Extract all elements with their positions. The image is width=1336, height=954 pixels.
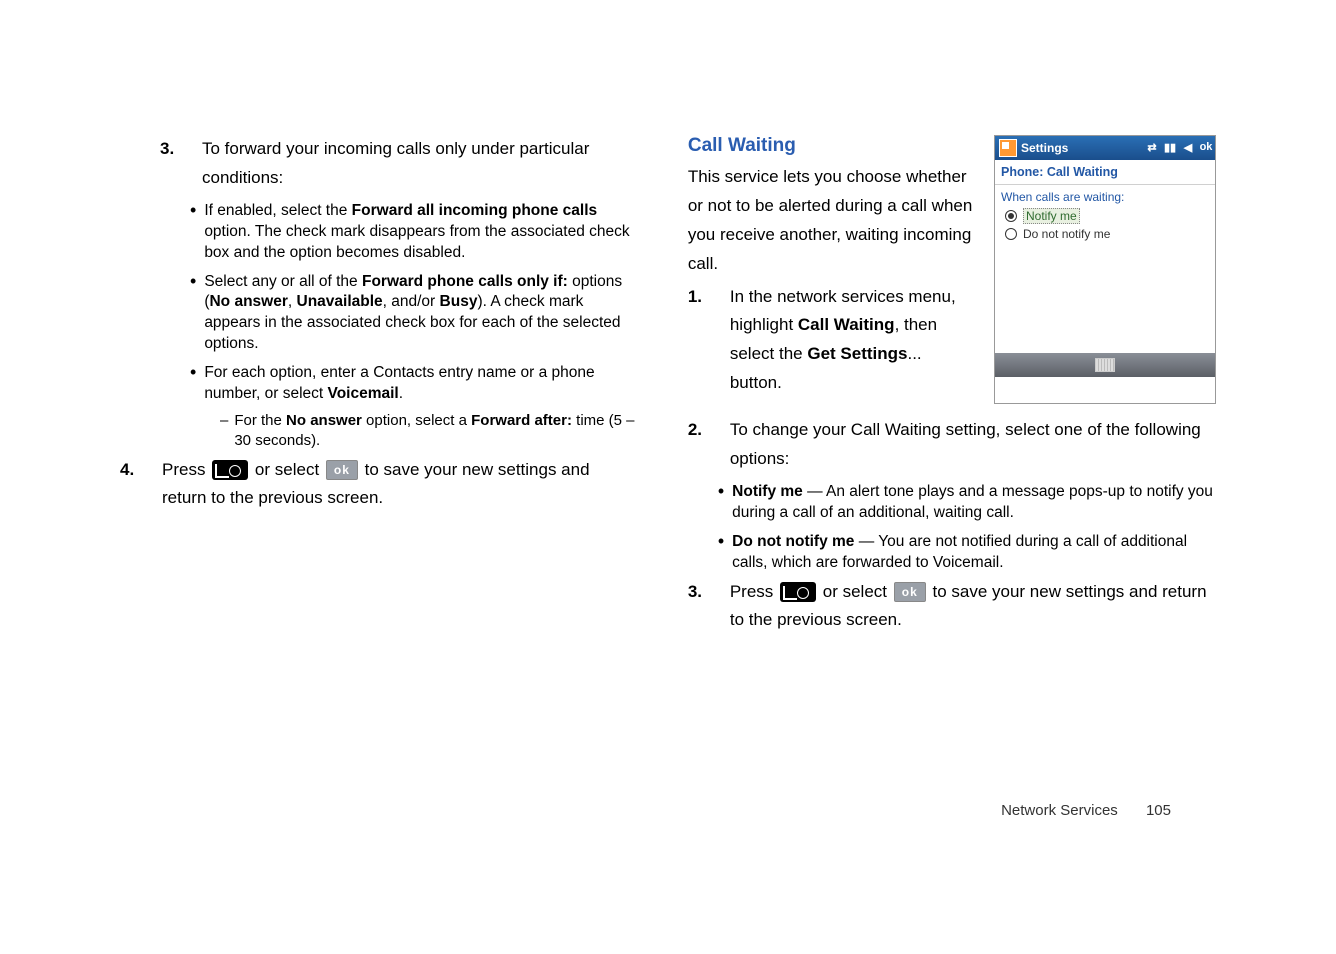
phone-screenshot: Settings ⇄ ▮▮ ◀ ok Phone: Call Waiting W… xyxy=(994,135,1216,404)
ok-key-icon: ok xyxy=(324,459,360,481)
step-number: 3. xyxy=(688,578,712,636)
bullet-2: • Select any or all of the Forward phone… xyxy=(190,272,638,356)
ok-softkey[interactable]: ok xyxy=(1199,141,1213,155)
phone-bottombar xyxy=(995,353,1215,377)
right-step-3: 3. Press or select ok to save your new s… xyxy=(688,578,1216,636)
bullet-text: Select any or all of the Forward phone c… xyxy=(204,272,638,356)
right-bullet-2: • Do not notify me — You are not notifie… xyxy=(718,532,1216,574)
dash-1: – For the No answer option, select a For… xyxy=(220,411,638,452)
bullet-dot-icon: • xyxy=(718,482,724,524)
signal-icon: ▮▮ xyxy=(1163,141,1177,155)
bullet-text: If enabled, select the Forward all incom… xyxy=(204,201,638,264)
phone-subhead: Phone: Call Waiting xyxy=(995,160,1215,185)
phone-titlebar: Settings ⇄ ▮▮ ◀ ok xyxy=(995,136,1215,160)
bullet-dot-icon: • xyxy=(190,363,196,405)
step-4: 4. Press or select ok to save your new s… xyxy=(120,456,638,514)
step-number: 3. xyxy=(160,135,184,193)
keyboard-icon[interactable] xyxy=(1095,358,1115,372)
speaker-icon: ◀ xyxy=(1181,141,1195,155)
bullet-text: Notify me — An alert tone plays and a me… xyxy=(732,482,1216,524)
when-label: When calls are waiting: xyxy=(1001,190,1209,204)
footer-section: Network Services xyxy=(1001,802,1118,819)
bullet-dot-icon: • xyxy=(190,272,196,356)
ok-key-icon: ok xyxy=(892,581,928,603)
step-text: To change your Call Waiting setting, sel… xyxy=(730,416,1216,474)
bullet-dot-icon: • xyxy=(190,201,196,264)
phone-title: Settings xyxy=(1021,141,1145,155)
bullet-text: For each option, enter a Contacts entry … xyxy=(204,363,638,405)
step-number: 1. xyxy=(688,283,712,399)
radio-selected-icon xyxy=(1005,210,1017,222)
bullet-1: • If enabled, select the Forward all inc… xyxy=(190,201,638,264)
page-content: 3. To forward your incoming calls only u… xyxy=(0,0,1336,641)
step-3: 3. To forward your incoming calls only u… xyxy=(160,135,638,193)
bullet-3: • For each option, enter a Contacts entr… xyxy=(190,363,638,405)
step-text: Press or select ok to save your new sett… xyxy=(162,456,638,514)
bullet-dot-icon: • xyxy=(718,532,724,574)
press-key-icon xyxy=(778,581,818,603)
right-column: Call Waiting This service lets you choos… xyxy=(688,135,1216,641)
right-bullet-1: • Notify me — An alert tone plays and a … xyxy=(718,482,1216,524)
radio-label: Do not notify me xyxy=(1023,227,1110,241)
radio-unselected-icon xyxy=(1005,228,1017,240)
right-step-2: 2. To change your Call Waiting setting, … xyxy=(688,416,1216,474)
page-footer: Network Services 105 xyxy=(1001,802,1171,819)
status-icons: ⇄ ▮▮ ◀ ok xyxy=(1145,141,1215,155)
step-text: In the network services menu, highlight … xyxy=(730,283,976,399)
right-step-1: 1. In the network services menu, highlig… xyxy=(688,283,976,399)
section-heading: Call Waiting xyxy=(688,135,976,157)
right-text-col: Call Waiting This service lets you choos… xyxy=(688,135,976,404)
step-number: 2. xyxy=(688,416,712,474)
radio-notify-me[interactable]: Notify me xyxy=(1005,208,1209,224)
step-number: 4. xyxy=(120,456,144,514)
right-top-wrap: Call Waiting This service lets you choos… xyxy=(688,135,1216,404)
bullet-text: Do not notify me — You are not notified … xyxy=(732,532,1216,574)
left-column: 3. To forward your incoming calls only u… xyxy=(160,135,638,641)
step-text: Press or select ok to save your new sett… xyxy=(730,578,1216,636)
radio-do-not-notify[interactable]: Do not notify me xyxy=(1005,227,1209,241)
footer-page-number: 105 xyxy=(1146,802,1171,819)
intro-paragraph: This service lets you choose whether or … xyxy=(688,163,976,279)
step-text: To forward your incoming calls only unde… xyxy=(202,135,638,193)
radio-label: Notify me xyxy=(1023,208,1080,224)
press-key-icon xyxy=(210,459,250,481)
phone-body: When calls are waiting: Notify me Do not… xyxy=(995,185,1215,353)
connectivity-icon: ⇄ xyxy=(1145,141,1159,155)
windows-flag-icon xyxy=(999,139,1017,157)
dash-text: For the No answer option, select a Forwa… xyxy=(234,411,638,452)
dash-icon: – xyxy=(220,411,228,452)
